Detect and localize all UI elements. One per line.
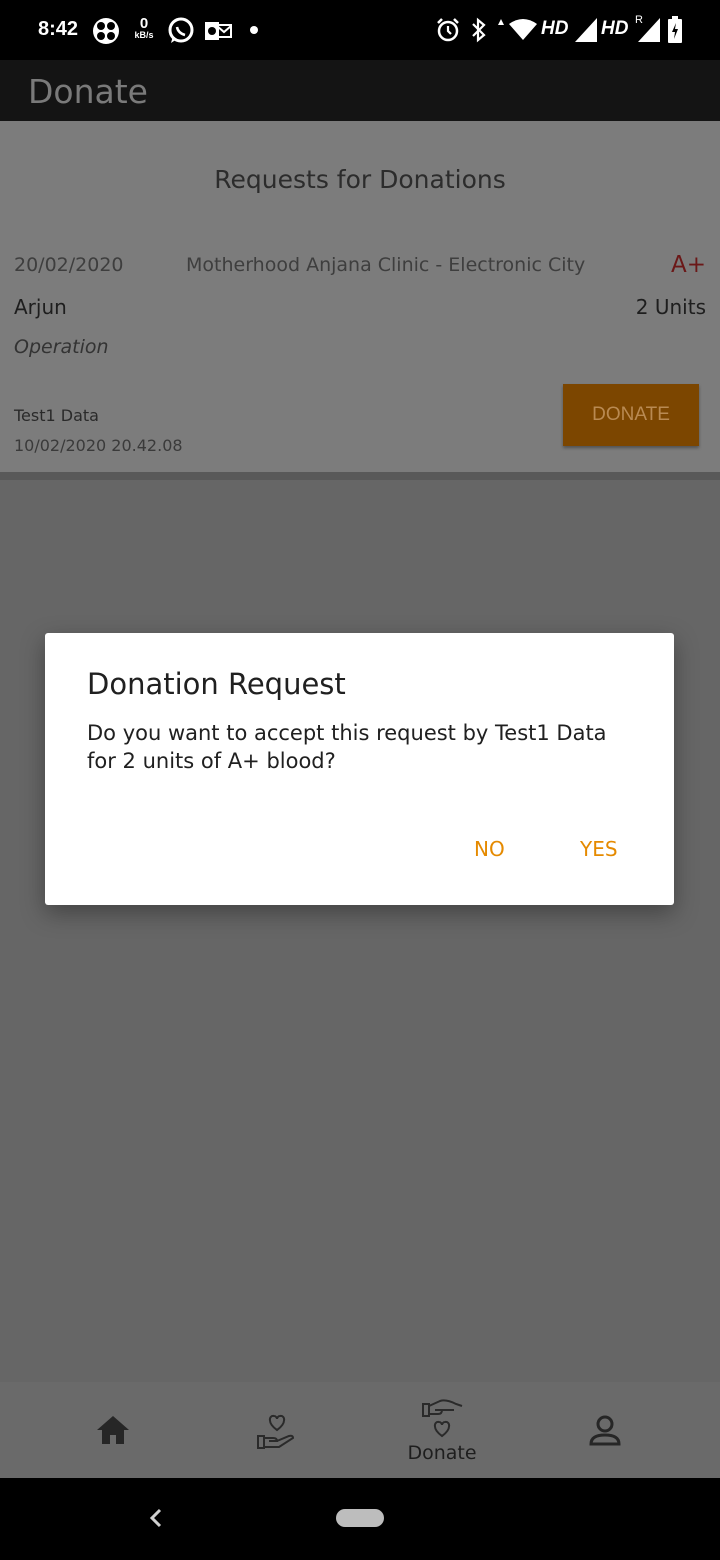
bottom-navigation: Donate <box>0 1382 720 1478</box>
yes-button[interactable]: YES <box>572 829 626 869</box>
request-date: 20/02/2020 <box>14 254 124 276</box>
notification-dot <box>250 26 258 34</box>
request-hospital: Motherhood Anjana Clinic - Electronic Ci… <box>186 254 586 276</box>
outlook-icon <box>205 22 232 40</box>
nav-donate-label: Donate <box>407 1442 477 1464</box>
bluetooth-icon <box>472 17 486 43</box>
nav-home[interactable] <box>53 1382 173 1478</box>
signal-icon <box>575 18 597 42</box>
dialog-message: Do you want to accept this request by Te… <box>87 721 607 773</box>
donation-request-dialog: Donation Request Do you want to accept t… <box>45 633 674 905</box>
section-heading: Requests for Donations <box>214 165 506 194</box>
network-speed: 0 kB/s <box>131 16 157 40</box>
hand-heart-icon <box>257 1414 295 1449</box>
network-hd-label-1: HD <box>541 18 569 39</box>
status-time: 8:42 <box>38 18 79 40</box>
card-divider <box>0 472 720 480</box>
requests-section: Requests for Donations 20/02/2020 Mother… <box>0 121 720 480</box>
page-title: Donate <box>28 72 148 111</box>
nav-donate[interactable]: Donate <box>382 1382 502 1478</box>
dialog-title: Donation Request <box>87 667 346 701</box>
nav-receive[interactable] <box>217 1382 337 1478</box>
signal-icon-2 <box>638 18 660 42</box>
network-hd-label-2: HD <box>601 18 629 39</box>
whatsapp-icon <box>168 17 194 43</box>
donate-button[interactable]: DONATE <box>563 384 699 446</box>
home-icon <box>97 1416 129 1444</box>
fan-icon <box>93 18 119 44</box>
network-speed-unit: kB/s <box>134 30 154 40</box>
request-timestamp: 10/02/2020 20.42.08 <box>14 436 183 455</box>
battery-icon <box>668 16 682 43</box>
home-pill-button[interactable] <box>336 1509 384 1527</box>
no-button[interactable]: NO <box>466 829 513 869</box>
status-bar: 8:42 0 kB/s HD HD R <box>0 0 720 60</box>
blood-group-badge: A+ <box>670 252 706 278</box>
profile-icon <box>589 1415 621 1446</box>
network-speed-value: 0 <box>139 15 149 32</box>
back-icon[interactable] <box>140 1502 172 1534</box>
patient-name: Arjun <box>14 295 67 319</box>
app-bar: Donate <box>0 60 720 121</box>
alarm-icon <box>437 18 459 42</box>
nav-profile[interactable] <box>545 1382 665 1478</box>
request-reason: Operation <box>14 336 109 358</box>
requester-name: Test1 Data <box>14 406 99 425</box>
donate-icon <box>422 1399 463 1438</box>
units-required: 2 Units <box>635 295 706 319</box>
wifi-icon <box>498 19 537 40</box>
